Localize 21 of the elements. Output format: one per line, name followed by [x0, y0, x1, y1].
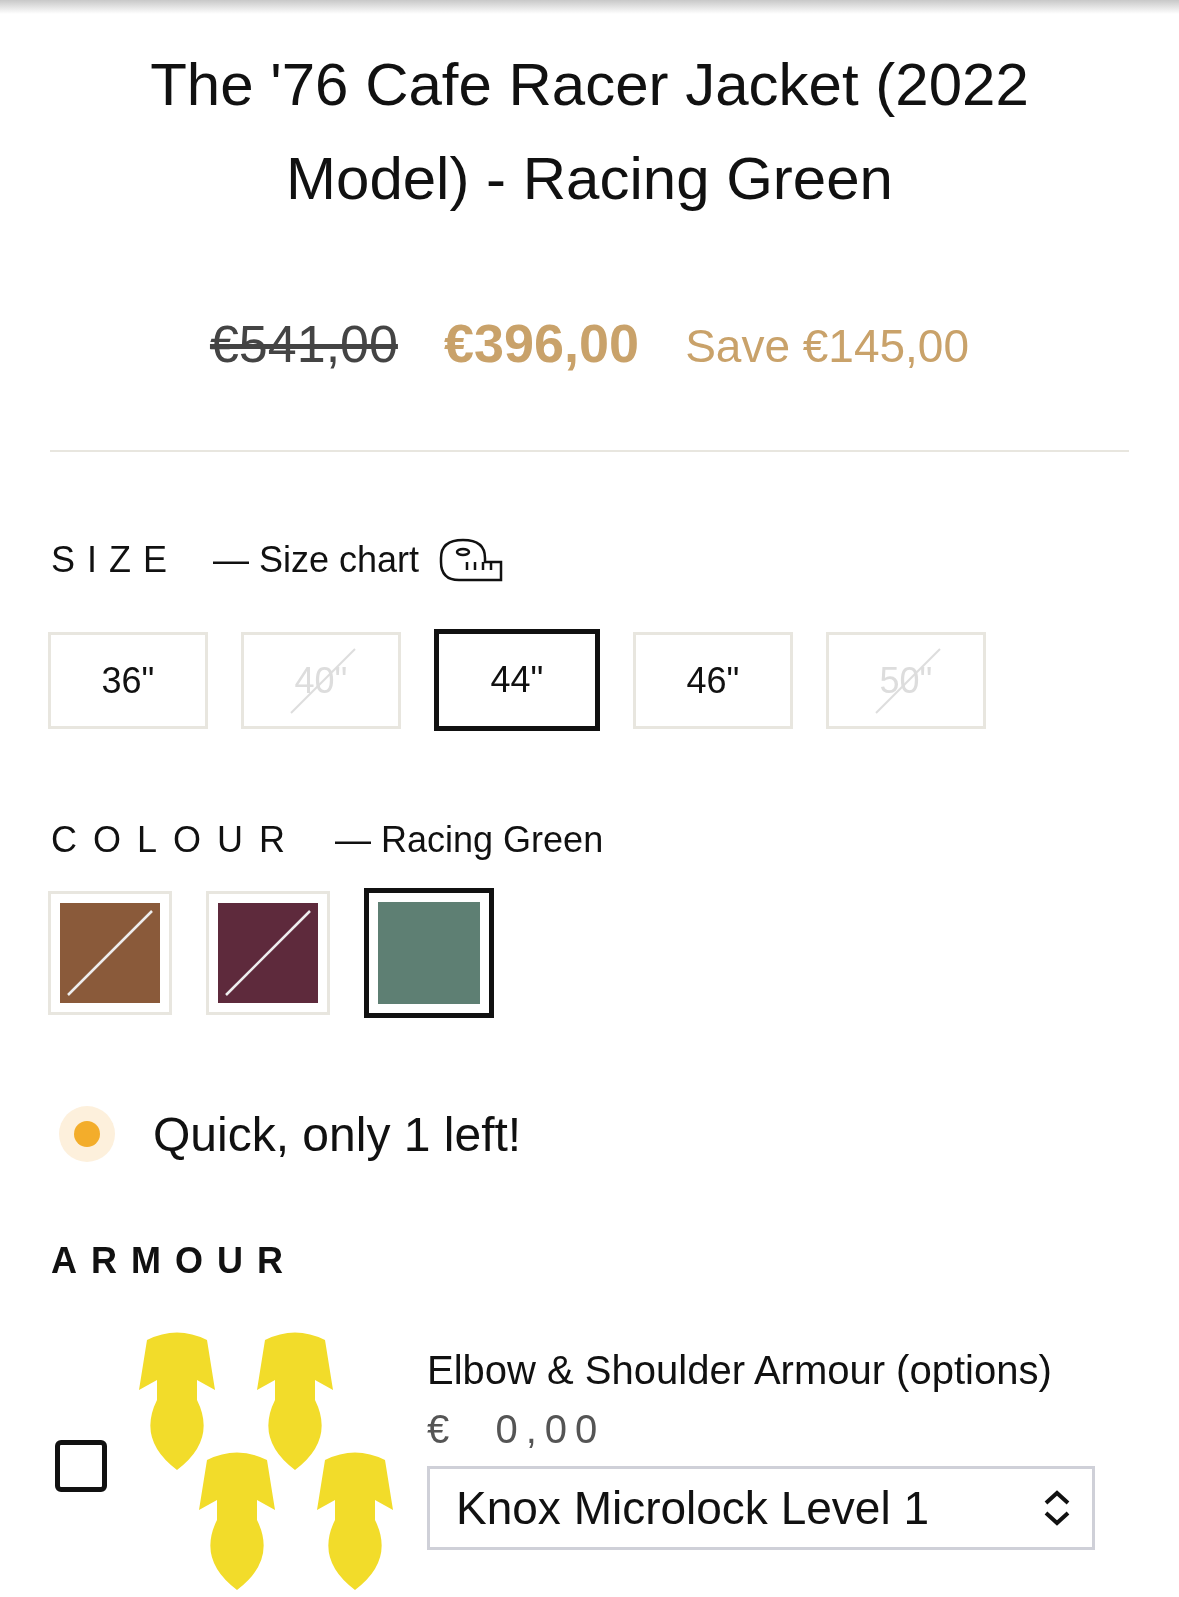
chevron-up-down-icon	[1042, 1489, 1072, 1527]
tape-measure-icon[interactable]	[439, 538, 504, 582]
size-chart-link[interactable]: — Size chart	[213, 539, 420, 581]
stock-message: Quick, only 1 left!	[153, 1106, 522, 1162]
armour-select[interactable]: Knox Microlock Level 1	[427, 1466, 1095, 1550]
armour-price: € 0,00	[427, 1407, 607, 1452]
armour-checkbox[interactable]	[55, 1440, 107, 1492]
selected-colour: — Racing Green	[335, 819, 604, 861]
sale-price: €396,00	[443, 312, 640, 374]
product-title: The '76 Cafe Racer Jacket (2022 Model) - Racing Green	[149, 50, 1030, 214]
colour-swatch[interactable]	[364, 888, 494, 1018]
size-option[interactable]: 46"	[633, 632, 793, 729]
size-option[interactable]: 36"	[48, 632, 208, 729]
original-price: €541,00	[209, 314, 398, 374]
saving-text: Save €145,00	[685, 319, 970, 373]
size-option[interactable]: 44"	[434, 629, 600, 731]
colour-label: COLOUR	[51, 819, 302, 861]
armour-name: Elbow & Shoulder Armour (options)	[427, 1348, 1053, 1393]
stock-indicator	[59, 1106, 115, 1162]
armour-label: ARMOUR	[51, 1240, 297, 1282]
size-label: SIZE	[51, 539, 179, 581]
